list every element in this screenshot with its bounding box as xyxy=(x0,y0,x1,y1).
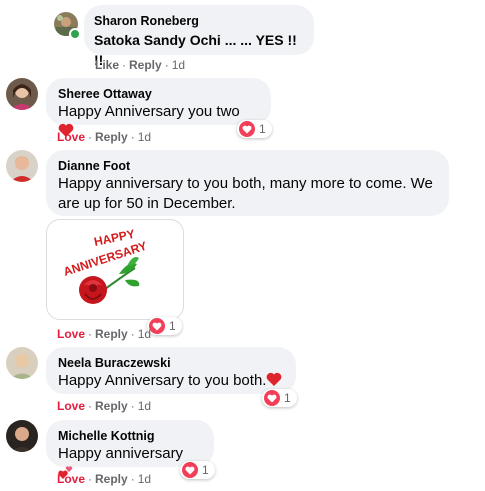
comment-actions: Love · Reply · 1d xyxy=(57,398,151,414)
reaction-count-number: 1 xyxy=(259,122,266,136)
comment-actions: Love · Reply · 1d xyxy=(57,326,151,342)
comment-author[interactable]: Sheree Ottaway xyxy=(58,86,259,102)
love-reaction-icon xyxy=(182,462,198,478)
reply-link[interactable]: Reply xyxy=(129,58,162,72)
avatar[interactable] xyxy=(6,78,38,110)
avatar[interactable] xyxy=(6,420,38,452)
comment-text: Happy anniversary xyxy=(58,445,184,462)
separator: · xyxy=(88,327,93,341)
comment-author[interactable]: Neela Buraczewski xyxy=(58,355,284,371)
comment-text-row: Happy Anniversary to you both. xyxy=(58,371,284,393)
reaction-count[interactable]: 1 xyxy=(237,120,272,138)
love-link[interactable]: Love xyxy=(57,472,85,486)
timestamp[interactable]: 1d xyxy=(138,399,151,413)
like-link[interactable]: Like xyxy=(95,58,119,72)
comment-bubble: Sharon Roneberg Satoka Sandy Ochi ... ..… xyxy=(84,5,314,68)
comment-text: Happy Anniversary to you both. xyxy=(58,372,267,389)
reaction-count-number: 1 xyxy=(202,463,209,477)
timestamp[interactable]: 1d xyxy=(138,327,151,341)
comment-text-line: Happy anniversary to you both, many more… xyxy=(58,175,433,192)
separator: · xyxy=(164,58,169,72)
love-reaction-icon xyxy=(149,318,165,334)
love-link[interactable]: Love xyxy=(57,130,85,144)
reaction-count[interactable]: 1 xyxy=(262,389,297,407)
happy-anniversary-rose-image: HAPPY ANNIVERSARY xyxy=(62,227,149,304)
comment-actions: Like · Reply · 1d xyxy=(95,57,185,73)
timestamp[interactable]: 1d xyxy=(138,472,151,486)
reply-link[interactable]: Reply xyxy=(95,130,128,144)
separator: · xyxy=(130,130,135,144)
comment-author[interactable]: Dianne Foot xyxy=(58,158,437,174)
love-link[interactable]: Love xyxy=(57,399,85,413)
separator: · xyxy=(88,472,93,486)
avatar[interactable] xyxy=(6,150,38,182)
comment-bubble: Neela Buraczewski Happy Anniversary to y… xyxy=(46,347,296,394)
reaction-count[interactable]: 1 xyxy=(180,461,215,479)
comment-author[interactable]: Michelle Kottnig xyxy=(58,428,202,444)
reply-link[interactable]: Reply xyxy=(95,327,128,341)
love-reaction-icon xyxy=(264,390,280,406)
comment-text-line: are up for 50 in December. xyxy=(58,195,236,212)
love-link[interactable]: Love xyxy=(57,327,85,341)
comment-bubble: Dianne Foot Happy anniversary to you bot… xyxy=(46,150,449,216)
timestamp[interactable]: 1d xyxy=(172,58,185,72)
separator: · xyxy=(88,399,93,413)
comment-actions: Love · Reply · 1d xyxy=(57,471,151,487)
separator: · xyxy=(130,472,135,486)
comment-text: Happy Anniversary you two xyxy=(58,103,240,120)
comment-author[interactable]: Sharon Roneberg xyxy=(94,13,302,29)
separator: · xyxy=(130,327,135,341)
reaction-count[interactable]: 1 xyxy=(147,317,182,335)
separator: · xyxy=(130,399,135,413)
separator: · xyxy=(88,130,93,144)
reaction-count-number: 1 xyxy=(169,319,176,333)
gif-attachment[interactable]: HAPPY ANNIVERSARY xyxy=(46,219,184,320)
timestamp[interactable]: 1d xyxy=(138,130,151,144)
reply-link[interactable]: Reply xyxy=(95,399,128,413)
comment-bubble: Michelle Kottnig Happy anniversary xyxy=(46,420,214,479)
comment-bubble: Sheree Ottaway Happy Anniversary you two xyxy=(46,78,271,137)
reply-link[interactable]: Reply xyxy=(95,472,128,486)
separator: · xyxy=(122,58,127,72)
comment-actions: Love · Reply · 1d xyxy=(57,129,151,145)
avatar[interactable] xyxy=(6,347,38,379)
online-status-dot xyxy=(69,28,81,40)
love-reaction-icon xyxy=(239,121,255,137)
reaction-count-number: 1 xyxy=(284,391,291,405)
